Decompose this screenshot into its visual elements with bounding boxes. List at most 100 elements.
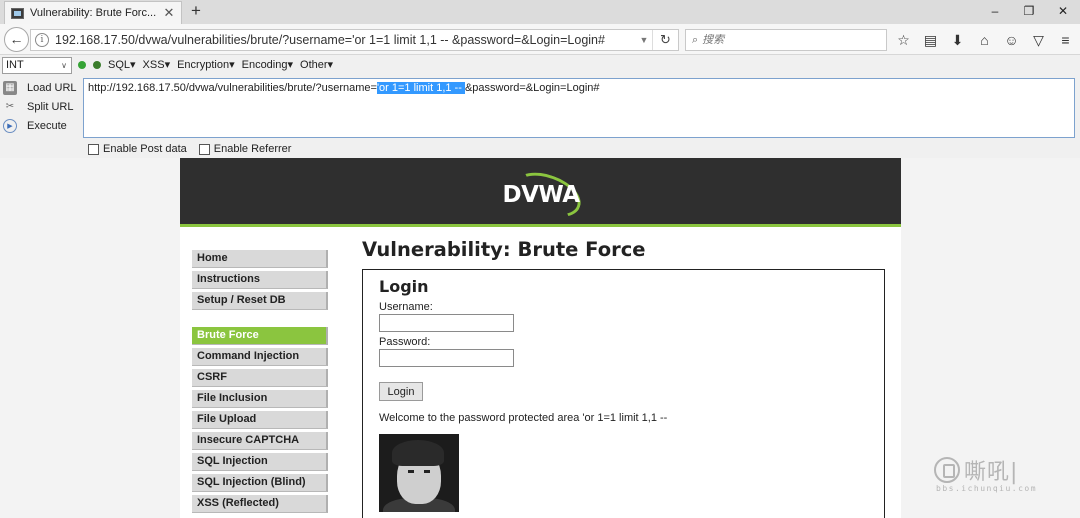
user-avatar <box>379 434 459 512</box>
nav-item-xss-reflected[interactable]: XSS (Reflected) <box>192 495 328 513</box>
bookmark-star-icon[interactable]: ☆ <box>890 29 917 51</box>
restore-button[interactable]: ❐ <box>1012 0 1046 24</box>
checkbox-box[interactable] <box>88 143 99 155</box>
site-info-icon[interactable]: i <box>35 33 49 47</box>
username-field[interactable] <box>379 314 514 332</box>
back-arrow-icon: ← <box>9 31 24 47</box>
encoding-select[interactable]: INT ∨ <box>2 57 72 74</box>
home-icon[interactable]: ⌂ <box>971 29 998 51</box>
decrease-icon[interactable] <box>78 60 86 69</box>
download-icon[interactable]: ⬇ <box>944 29 971 51</box>
load-url-label: Load URL <box>27 81 77 94</box>
login-button[interactable]: Login <box>379 382 423 401</box>
dvwa-header: DVWA <box>180 158 901 227</box>
search-bar[interactable]: ⌕ <box>685 29 887 51</box>
chevron-down-icon: ∨ <box>61 61 67 70</box>
toolbar-icons: ☆ ▤ ⬇ ⌂ ☺ ▽ ≡ <box>890 29 1079 51</box>
hackbar-url-textarea[interactable]: http://192.168.17.50/dvwa/vulnerabilitie… <box>83 78 1075 138</box>
login-heading: Login <box>379 277 429 296</box>
reading-list-icon[interactable]: ▤ <box>917 29 944 51</box>
browser-tab[interactable]: Vulnerability: Brute Forc... ✕ <box>4 1 182 24</box>
encoding-select-value: INT <box>6 59 24 71</box>
menu-other-label: Other <box>300 59 328 71</box>
load-url-icon: ▦ <box>3 80 17 95</box>
nav-item-sql-injection[interactable]: SQL Injection <box>192 453 328 471</box>
enable-post-data-label: Enable Post data <box>103 143 187 155</box>
pocket-icon[interactable]: ▽ <box>1025 29 1052 51</box>
menu-sql-label: SQL <box>108 59 131 71</box>
url-suffix-text: &password=&Login=Login# <box>464 82 600 94</box>
url-selected-text: 'or 1=1 limit 1,1 -- <box>376 82 465 94</box>
welcome-message: Welcome to the password protected area '… <box>379 412 668 424</box>
password-field[interactable] <box>379 349 514 367</box>
url-bar[interactable]: i 192.168.17.50/dvwa/vulnerabilities/bru… <box>30 29 679 51</box>
window-controls: – ❐ ✕ <box>978 0 1080 24</box>
nav-item-csrf[interactable]: CSRF <box>192 369 328 387</box>
url-text[interactable]: 192.168.17.50/dvwa/vulnerabilities/brute… <box>55 33 636 47</box>
minimize-button[interactable]: – <box>978 0 1012 24</box>
tab-close-icon[interactable]: ✕ <box>163 5 175 21</box>
enable-referrer-checkbox[interactable]: Enable Referrer <box>198 143 292 155</box>
nav-item-file-upload[interactable]: File Upload <box>192 411 328 429</box>
nav-item-setup[interactable]: Setup / Reset DB <box>192 292 328 310</box>
history-dropdown-icon[interactable]: ▼ <box>636 35 652 45</box>
nav-item-instructions[interactable]: Instructions <box>192 271 328 289</box>
close-window-button[interactable]: ✕ <box>1046 0 1080 24</box>
emoji-icon[interactable]: ☺ <box>998 29 1025 51</box>
search-input[interactable] <box>702 34 873 46</box>
search-icon: ⌕ <box>692 33 699 46</box>
menu-encoding-label: Encoding <box>241 59 288 71</box>
nav-item-sql-injection-blind[interactable]: SQL Injection (Blind) <box>192 474 328 492</box>
menu-encryption-label: Encryption <box>177 59 230 71</box>
menu-xss-label: XSS <box>142 59 165 71</box>
username-label: Username: <box>379 301 433 313</box>
load-url-button[interactable]: ▦ Load URL <box>0 78 84 97</box>
nav-item-home[interactable]: Home <box>192 250 328 268</box>
dvwa-logo: DVWA <box>498 164 587 226</box>
logo-text: DVWA <box>502 182 580 208</box>
tab-bar: Vulnerability: Brute Forc... ✕ + – ❐ ✕ <box>0 0 1080 24</box>
split-url-label: Split URL <box>27 100 74 113</box>
split-url-icon: ✂ <box>5 100 15 112</box>
menu-sql[interactable]: SQL▾ <box>108 58 136 71</box>
menu-encryption[interactable]: Encryption▾ <box>177 58 235 71</box>
nav-item-command-injection[interactable]: Command Injection <box>192 348 328 366</box>
execute-icon: ▶ <box>3 118 17 133</box>
reload-icon[interactable]: ↻ <box>652 30 678 50</box>
new-tab-button[interactable]: + <box>186 2 206 22</box>
back-button[interactable]: ← <box>4 27 29 52</box>
execute-button[interactable]: ▶ Execute <box>0 116 84 135</box>
dvwa-page: DVWA Home Instructions Setup / Reset DB … <box>180 158 901 518</box>
nav-item-brute-force[interactable]: Brute Force <box>192 327 328 345</box>
password-label: Password: <box>379 336 431 348</box>
login-box: Login Username: Password: Login Welcome … <box>362 269 885 518</box>
hackbar-menu: INT ∨ SQL▾ XSS▾ Encryption▾ Encoding▾ Ot… <box>0 55 1080 76</box>
watermark: 嘶吼| bbs.ichunqiu.com <box>934 454 1060 496</box>
tab-title: Vulnerability: Brute Forc... <box>30 7 157 19</box>
menu-xss[interactable]: XSS▾ <box>143 58 171 71</box>
checkbox-box[interactable] <box>198 143 210 155</box>
split-url-button[interactable]: ✂ Split URL <box>0 97 84 116</box>
hackbar-actions: ▦ Load URL ✂ Split URL ▶ Execute <box>0 78 84 138</box>
execute-label: Execute <box>27 119 67 132</box>
hackbar-options: Enable Post data Enable Referrer <box>88 143 291 155</box>
navigation-toolbar: ← i 192.168.17.50/dvwa/vulnerabilities/b… <box>0 24 1080 55</box>
watermark-logo-icon <box>934 457 960 483</box>
url-prefix-text: http://192.168.17.50/dvwa/vulnerabilitie… <box>88 82 377 94</box>
nav-item-insecure-captcha[interactable]: Insecure CAPTCHA <box>192 432 328 450</box>
watermark-url: bbs.ichunqiu.com <box>936 484 1038 493</box>
avatar-eye <box>424 470 430 473</box>
dvwa-main-content: Vulnerability: Brute Force Login Usernam… <box>362 238 887 518</box>
menu-icon[interactable]: ≡ <box>1052 29 1079 51</box>
increase-icon[interactable] <box>93 60 101 69</box>
avatar-eye <box>408 470 414 473</box>
avatar-hair <box>392 440 444 466</box>
menu-encoding[interactable]: Encoding▾ <box>242 58 293 71</box>
page-title: Vulnerability: Brute Force <box>362 238 646 261</box>
watermark-text: 嘶吼| <box>964 460 1019 485</box>
page-viewport: DVWA Home Instructions Setup / Reset DB … <box>0 158 1080 518</box>
menu-other[interactable]: Other▾ <box>300 58 333 71</box>
nav-item-file-inclusion[interactable]: File Inclusion <box>192 390 328 408</box>
enable-post-data-checkbox[interactable]: Enable Post data <box>88 143 187 155</box>
enable-referrer-label: Enable Referrer <box>213 143 292 155</box>
